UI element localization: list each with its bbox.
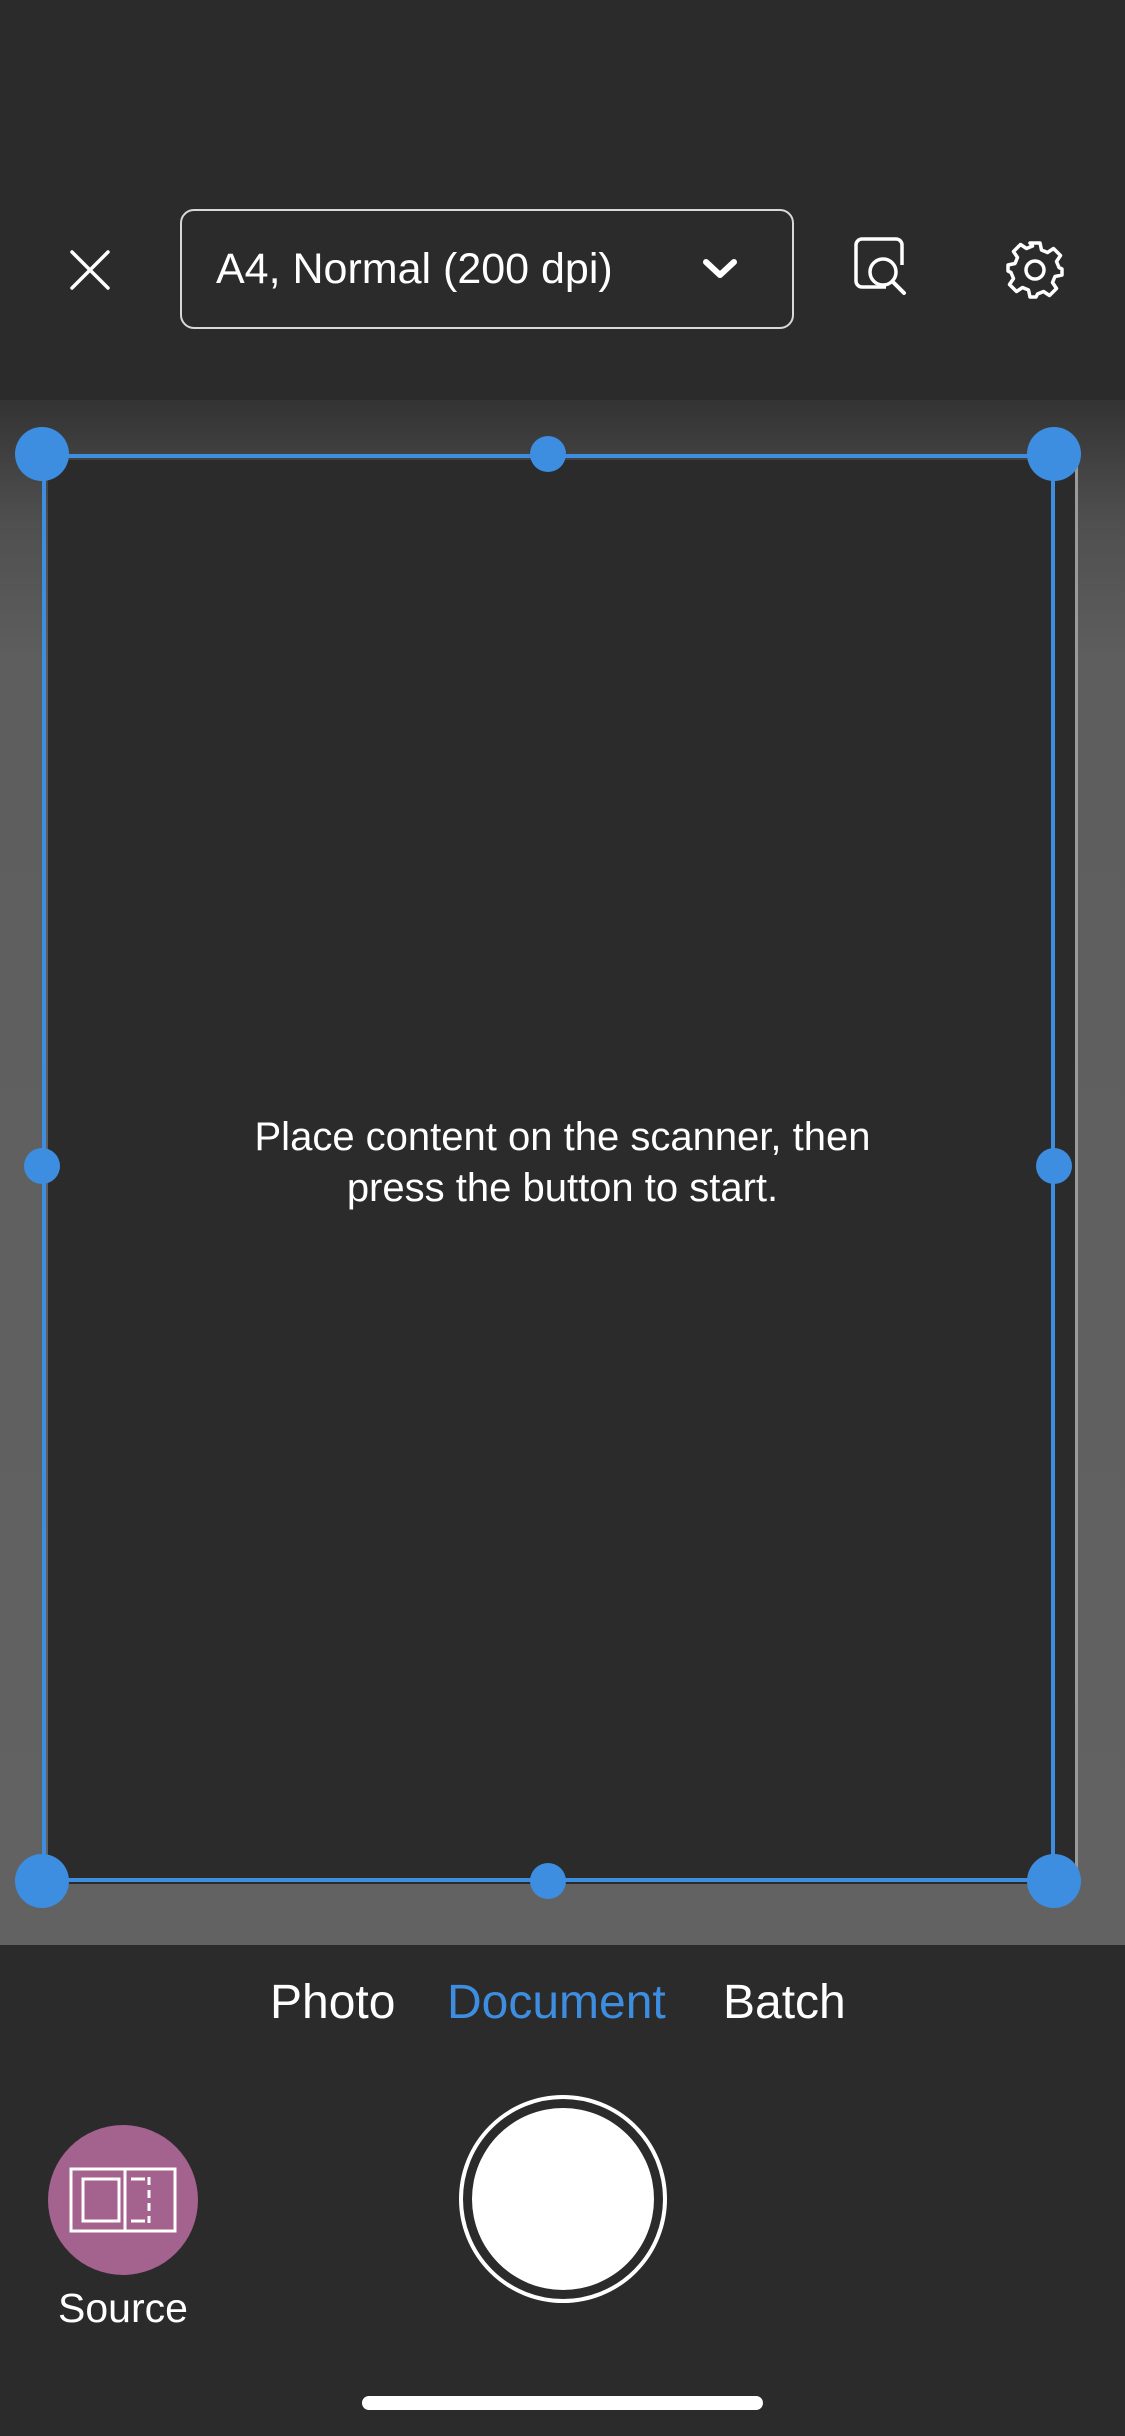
source-button[interactable]	[48, 2125, 198, 2275]
crop-handle-left[interactable]	[24, 1148, 60, 1184]
chevron-down-icon	[698, 247, 742, 291]
shutter-inner	[472, 2108, 654, 2290]
bottom-controls: Photo Document Batch Source	[0, 1945, 1125, 2436]
preview-button[interactable]	[850, 235, 922, 307]
scan-instructions: Place content on the scanner, then press…	[254, 1115, 871, 1210]
close-button[interactable]	[55, 230, 125, 310]
crop-handle-top[interactable]	[530, 436, 566, 472]
close-icon	[70, 250, 110, 290]
crop-handle-top-left[interactable]	[15, 427, 69, 481]
crop-handle-top-right[interactable]	[1027, 427, 1081, 481]
crop-handle-bottom[interactable]	[530, 1863, 566, 1899]
tab-batch[interactable]: Batch	[723, 1975, 846, 2030]
top-bar: A4, Normal (200 dpi)	[0, 0, 1125, 400]
home-indicator[interactable]	[362, 2396, 763, 2410]
document-search-icon	[854, 237, 906, 295]
scan-profile-dropdown[interactable]: A4, Normal (200 dpi)	[180, 209, 794, 329]
crop-handle-bottom-right[interactable]	[1027, 1854, 1081, 1908]
crop-handle-bottom-left[interactable]	[15, 1854, 69, 1908]
crop-handle-right[interactable]	[1036, 1148, 1072, 1184]
tab-document[interactable]: Document	[447, 1975, 666, 2030]
scan-preview-area: Place content on the scanner, then press…	[0, 400, 1125, 1945]
scanner-source-icon	[69, 2167, 177, 2233]
scanner-screen: A4, Normal (200 dpi) Place content on th…	[0, 0, 1125, 2436]
gear-icon	[1006, 241, 1064, 299]
settings-button[interactable]	[995, 230, 1075, 310]
scan-profile-label: A4, Normal (200 dpi)	[216, 244, 613, 293]
tab-photo[interactable]: Photo	[270, 1975, 395, 2030]
source-label: Source	[58, 2285, 188, 2331]
capture-mode-tabs: Photo Document Batch	[0, 1945, 1125, 2065]
scan-shutter-button[interactable]	[459, 2095, 667, 2303]
